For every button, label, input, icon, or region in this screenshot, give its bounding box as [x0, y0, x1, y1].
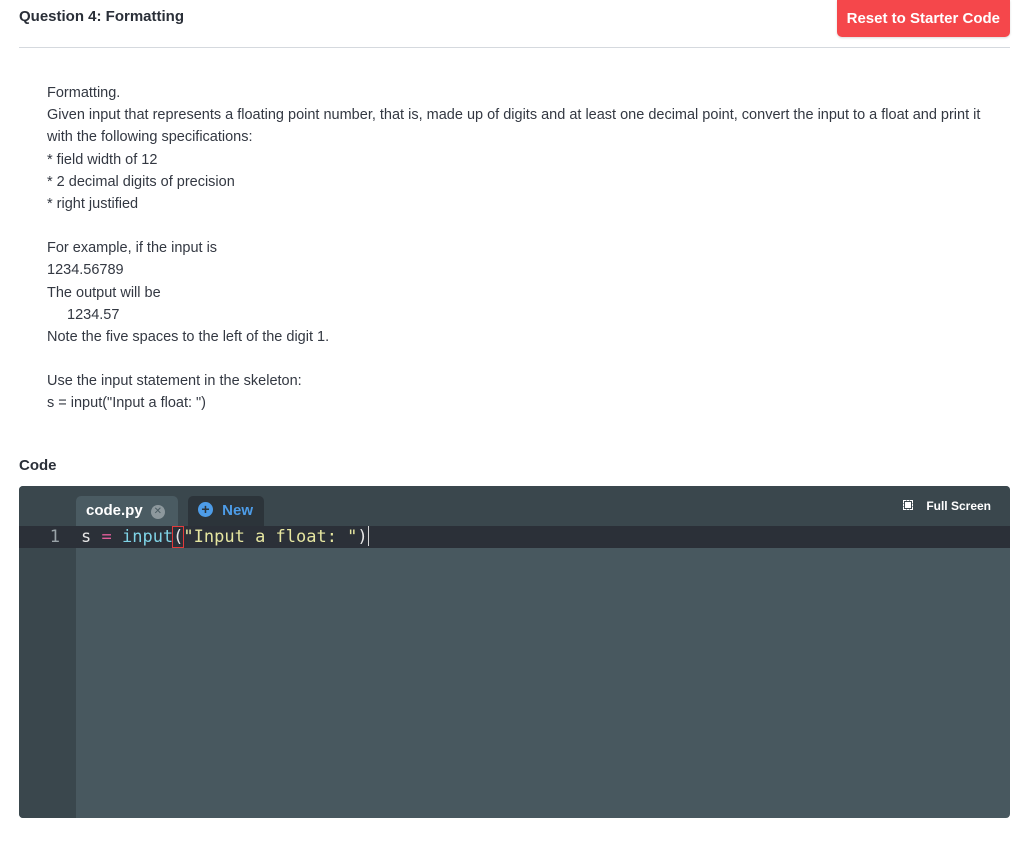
tab-label: code.py — [86, 502, 143, 519]
example-output: 1234.57 — [67, 306, 120, 323]
question-prompt: Formatting. Given input that represents … — [47, 82, 997, 415]
spec-field-width: * field width of 12 — [47, 151, 158, 168]
note: Note the five spaces to the left of the … — [47, 329, 330, 346]
full-screen-label: Full Screen — [926, 499, 991, 513]
code-editor[interactable]: code.py ✕ + New Full Screen 1 s = input(… — [19, 486, 1010, 818]
close-tab-icon[interactable]: ✕ — [150, 505, 165, 519]
new-tab-label: New — [222, 502, 254, 519]
line-number: 1 — [49, 527, 60, 547]
page-title: Question 4: Formatting — [19, 8, 184, 25]
line-number-gutter — [19, 526, 76, 818]
prompt-heading: Formatting. — [47, 85, 121, 101]
example-intro: For example, if the input is — [47, 240, 218, 257]
skeleton-intro: Use the input statement in the skeleton: — [47, 373, 302, 390]
skeleton-code: s = input("Input a float: ") — [47, 395, 207, 412]
token-operator: = — [101, 527, 112, 547]
spec-justification: * right justified — [47, 196, 139, 213]
token-string: "Input a float: " — [183, 527, 358, 547]
reset-to-starter-code-button[interactable]: Reset to Starter Code — [836, 0, 1010, 37]
code-text[interactable]: s = input("Input a float: ") — [81, 526, 369, 548]
plus-circle-icon: + — [198, 502, 213, 517]
prompt-description: Given input that represents a floating p… — [47, 107, 981, 146]
full-screen-button[interactable]: Full Screen — [902, 499, 991, 513]
token-function: input — [121, 527, 174, 547]
code-section-label: Code — [19, 457, 57, 474]
token-right-paren: ) — [357, 527, 368, 547]
token-variable: s — [81, 527, 102, 547]
output-intro: The output will be — [47, 284, 161, 301]
token-left-paren: ( — [172, 526, 185, 548]
text-cursor — [367, 526, 369, 546]
spec-precision: * 2 decimal digits of precision — [47, 173, 235, 190]
example-input: 1234.56789 — [47, 262, 124, 279]
code-line[interactable]: 1 s = input("Input a float: ") — [19, 526, 1010, 548]
fullscreen-icon — [902, 500, 913, 510]
tab-code-py[interactable]: code.py ✕ — [76, 496, 178, 526]
new-file-tab[interactable]: + New — [188, 496, 264, 526]
question-header: Question 4: Formatting Reset to Starter … — [19, 0, 1010, 48]
